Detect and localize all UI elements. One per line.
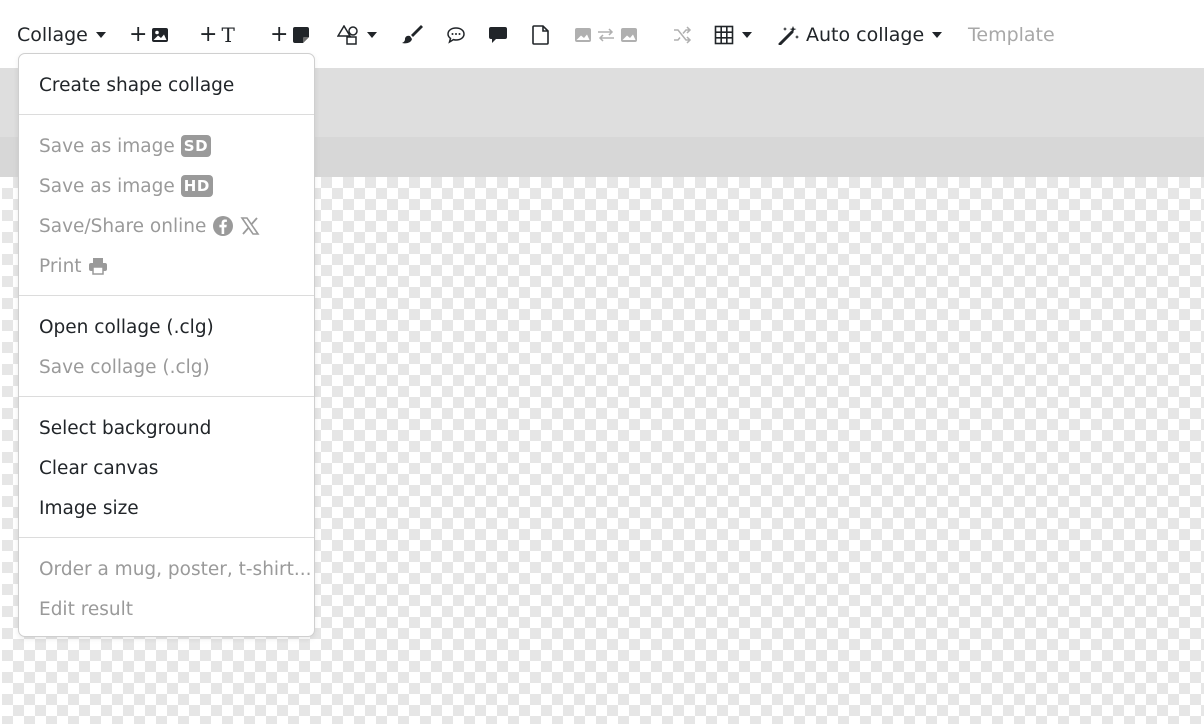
- menu-item-label: Save as image: [39, 135, 175, 157]
- speech-bubble-icon: [446, 26, 466, 44]
- menu-item-label: Select background: [39, 417, 212, 439]
- page-button[interactable]: [532, 0, 550, 69]
- template-label: Template: [968, 23, 1055, 46]
- order-products-item[interactable]: Order a mug, poster, t-shirt...: [39, 549, 312, 589]
- menu-item-label: Save/Share online: [39, 215, 207, 237]
- image-icon: [620, 26, 638, 44]
- menu-item-label: Order a mug, poster, t-shirt...: [39, 558, 312, 580]
- shuffle-icon: [672, 25, 692, 44]
- open-collage-item[interactable]: Open collage (.clg): [39, 307, 304, 347]
- caret-down-icon: [932, 31, 943, 38]
- collage-dropdown-menu: Create shape collage Save as image SD Sa…: [18, 53, 315, 637]
- shapes-dropdown-button[interactable]: [337, 0, 377, 69]
- auto-collage-button[interactable]: Auto collage: [778, 0, 943, 69]
- swap-icon: [596, 27, 616, 43]
- menu-item-label: Print: [39, 255, 82, 277]
- brush-icon: [401, 24, 425, 45]
- hd-badge: HD: [180, 175, 213, 197]
- speech-bubble-button[interactable]: [446, 0, 466, 69]
- sticky-note-icon: [292, 26, 310, 44]
- caret-down-icon: [742, 31, 752, 38]
- save-share-online-item[interactable]: Save/Share online: [39, 206, 304, 246]
- grid-icon: [714, 25, 734, 45]
- clear-canvas-item[interactable]: Clear canvas: [39, 448, 304, 488]
- comment-button[interactable]: [488, 0, 508, 69]
- file-icon: [532, 24, 550, 45]
- plus-icon: +: [199, 21, 218, 47]
- auto-collage-label: Auto collage: [806, 23, 925, 46]
- collage-menu-label: Collage: [17, 23, 88, 46]
- menu-item-label: Open collage (.clg): [39, 316, 214, 338]
- edit-result-item[interactable]: Edit result: [39, 589, 304, 629]
- menu-item-label: Clear canvas: [39, 457, 159, 479]
- shuffle-button[interactable]: [672, 0, 692, 69]
- save-image-hd-item[interactable]: Save as image HD: [39, 166, 304, 206]
- menu-item-label: Create shape collage: [39, 74, 235, 96]
- brush-button[interactable]: [401, 0, 425, 69]
- x-icon: [240, 216, 260, 236]
- plus-icon: +: [129, 21, 148, 47]
- swap-images-button[interactable]: [574, 0, 638, 69]
- template-button[interactable]: Template: [968, 0, 1055, 69]
- caret-down-icon: [367, 31, 377, 38]
- save-image-sd-item[interactable]: Save as image SD: [39, 126, 304, 166]
- select-background-item[interactable]: Select background: [39, 408, 304, 448]
- image-icon: [151, 26, 169, 44]
- image-size-item[interactable]: Image size: [39, 488, 304, 528]
- facebook-icon: [212, 215, 234, 237]
- menu-item-label: Save collage (.clg): [39, 356, 210, 378]
- sd-badge: SD: [180, 135, 212, 157]
- comment-icon: [488, 26, 508, 44]
- printer-icon: [88, 257, 108, 275]
- text-icon: T: [221, 22, 235, 47]
- plus-icon: +: [270, 21, 289, 47]
- shapes-icon: [337, 24, 359, 45]
- create-shape-collage-item[interactable]: Create shape collage: [39, 65, 304, 105]
- menu-divider: [19, 396, 314, 397]
- menu-item-label: Save as image: [39, 175, 175, 197]
- save-collage-item[interactable]: Save collage (.clg): [39, 347, 304, 387]
- menu-divider: [19, 295, 314, 296]
- image-icon: [574, 26, 592, 44]
- menu-divider: [19, 114, 314, 115]
- caret-down-icon: [95, 31, 106, 38]
- menu-divider: [19, 537, 314, 538]
- menu-item-label: Image size: [39, 497, 139, 519]
- print-item[interactable]: Print: [39, 246, 304, 286]
- menu-item-label: Edit result: [39, 598, 134, 620]
- magic-wand-icon: [778, 25, 800, 45]
- grid-dropdown-button[interactable]: [714, 0, 752, 69]
